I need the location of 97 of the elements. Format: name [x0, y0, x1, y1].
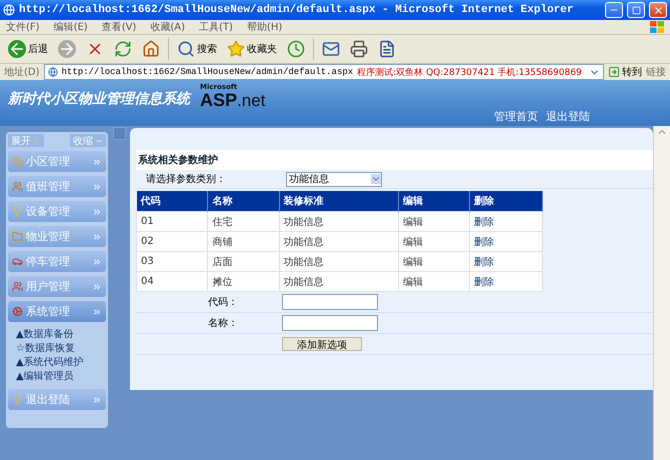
scrollbar[interactable] — [653, 126, 670, 460]
submenu-link[interactable]: ▲数据库备份 — [16, 328, 106, 341]
group-icon — [12, 256, 23, 267]
group-icon — [12, 394, 23, 405]
toggle-icon[interactable] — [112, 127, 126, 140]
group-icon — [12, 206, 23, 217]
edit-link[interactable]: 编辑 — [398, 212, 470, 232]
add-button[interactable]: 添加新选项 — [282, 337, 362, 351]
chevrons-icon — [92, 394, 102, 404]
table-cell: 01 — [136, 212, 208, 232]
chevrons-icon — [92, 156, 102, 166]
header-link[interactable]: 管理首页 — [494, 109, 538, 124]
table-cell: 店面 — [208, 252, 280, 272]
input-field[interactable] — [282, 315, 378, 331]
column-header: 删除 — [470, 191, 542, 212]
maximize-button[interactable] — [627, 2, 645, 18]
forward-icon — [58, 40, 76, 58]
field-label: 名称： — [207, 317, 239, 330]
home-icon — [142, 40, 160, 58]
edit-link[interactable]: 编辑 — [398, 232, 470, 252]
edit-link[interactable]: 编辑 — [398, 252, 470, 272]
column-header: 名称 — [208, 191, 280, 212]
app-title: 新时代小区物业管理信息系统 — [8, 90, 190, 108]
chevrons-icon — [92, 282, 102, 292]
field-label: 代码： — [207, 296, 239, 309]
menu-item[interactable]: 查看(V) — [102, 20, 136, 34]
logo-text: ASP — [200, 90, 238, 110]
star-icon — [227, 40, 245, 58]
submenu-link[interactable]: ☆数据库恢复 — [16, 342, 106, 355]
close-icon — [652, 4, 664, 16]
address-field[interactable]: http://localhost:1662/SmallHouseNew/admin/default.aspx 程序测试:双鱼林 QQ:287307421 手机:13558690869 — [44, 64, 604, 80]
mail-icon — [322, 40, 340, 58]
delete-link[interactable]: 删除 — [470, 212, 542, 232]
go-button[interactable]: 转到 — [608, 65, 642, 79]
favorites-button[interactable]: 收藏夹 — [225, 37, 279, 61]
column-header: 装修标准 — [279, 191, 398, 212]
search-icon — [177, 40, 195, 58]
search-button[interactable]: 搜索 — [175, 37, 219, 61]
group-icon — [12, 281, 23, 292]
refresh-icon — [114, 40, 132, 58]
table-cell: 功能信息 — [279, 252, 398, 272]
menu-item[interactable]: 工具(T) — [199, 20, 233, 34]
chevrons-icon — [92, 182, 102, 192]
document-icon — [378, 40, 396, 58]
header-link[interactable]: 退出登陆 — [546, 109, 590, 124]
table-cell: 04 — [136, 272, 208, 292]
edit-link[interactable]: 编辑 — [398, 272, 470, 292]
table-cell: 03 — [136, 252, 208, 272]
links-label[interactable]: 链接 — [646, 65, 666, 79]
go-icon — [608, 66, 620, 78]
submenu-link[interactable]: ▲编辑管理员 — [16, 370, 106, 383]
delete-link[interactable]: 删除 — [470, 272, 542, 292]
chevrons-icon — [92, 256, 102, 266]
menu-item[interactable]: 帮助(H) — [246, 20, 282, 34]
url-text: http://localhost:1662/SmallHouseNew/admin/default.aspx — [62, 67, 354, 77]
minimize-button[interactable] — [605, 2, 623, 18]
flag-icon — [650, 21, 664, 33]
back-icon — [8, 40, 26, 58]
group-icon — [12, 306, 23, 317]
menu-item[interactable]: 编辑(E) — [54, 20, 88, 34]
table-cell: 商铺 — [208, 232, 280, 252]
submenu-link[interactable]: ▲系统代码维护 — [16, 356, 106, 369]
table-cell: 住宅 — [208, 212, 280, 232]
chevrons-icon — [92, 232, 102, 242]
chevrons-icon — [92, 206, 102, 216]
delete-link[interactable]: 删除 — [470, 252, 542, 272]
menu-item[interactable]: 文件(F) — [6, 20, 40, 34]
logo-suffix: .net — [237, 91, 266, 110]
window-title: http://localhost:1662/SmallHouseNew/admin/default.aspx - Microsoft Internet Explorer — [19, 4, 574, 16]
plus-icon — [33, 136, 41, 144]
maximize-icon — [632, 6, 640, 14]
table-cell: 02 — [136, 232, 208, 252]
back-button[interactable]: 后退 — [6, 37, 50, 61]
printer-icon — [350, 40, 368, 58]
menu-item[interactable]: 收藏(A) — [150, 20, 185, 34]
group-icon — [12, 231, 23, 242]
group-icon — [12, 181, 23, 192]
filter-label: 请选择参数类别： — [145, 172, 227, 186]
input-field[interactable] — [282, 294, 378, 310]
close-button[interactable] — [649, 2, 667, 18]
panel-title: 系统相关参数维护 — [136, 150, 653, 170]
column-header: 代码 — [136, 191, 208, 212]
address-label: 地址(D) — [4, 66, 40, 79]
table-cell: 摊位 — [208, 272, 280, 292]
category-select[interactable]: 功能信息 — [286, 172, 382, 186]
table-cell: 功能信息 — [279, 232, 398, 252]
table-cell: 功能信息 — [279, 272, 398, 292]
dropdown-icon — [371, 174, 381, 184]
chevrons-icon — [92, 306, 102, 316]
table-cell: 功能信息 — [279, 212, 398, 232]
column-header: 编辑 — [398, 191, 470, 212]
browser-icon — [3, 4, 15, 16]
notice-text: 程序测试:双鱼林 QQ:287307421 手机:13558690869 — [357, 66, 583, 78]
page-icon — [48, 67, 58, 77]
group-icon — [12, 156, 23, 167]
delete-link[interactable]: 删除 — [470, 232, 542, 252]
clock-icon — [287, 40, 305, 58]
